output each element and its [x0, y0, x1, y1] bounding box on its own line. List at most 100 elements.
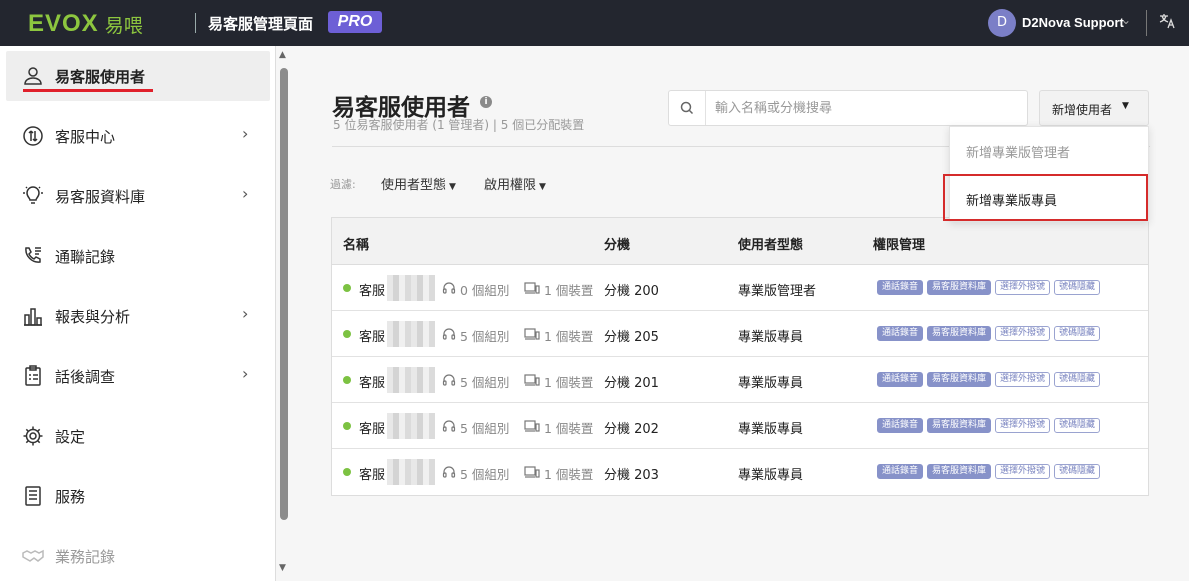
sidebar-item-knowledge-base[interactable]: 易客服資料庫 ›: [6, 171, 270, 221]
devices-count: 1 個裝置: [544, 421, 594, 436]
sidebar-item-label: 話後調查: [55, 368, 116, 386]
groups-count: 5 個組別: [460, 467, 510, 482]
status-dot: [343, 468, 351, 476]
user-type-cell: 專業版專員: [738, 422, 804, 437]
permission-badge[interactable]: 易客服資料庫: [927, 280, 992, 295]
permission-badge[interactable]: 易客服資料庫: [927, 464, 992, 479]
column-header-user-type[interactable]: 使用者型態: [738, 234, 803, 253]
filter-user-type-label: 使用者型態: [381, 178, 447, 193]
logo[interactable]: EVOX 易喂: [28, 10, 143, 38]
devices-meta: 1 個裝置: [524, 280, 593, 299]
redacted-name: [387, 275, 435, 301]
permission-badges: 通話錄音 易客服資料庫 選擇外撥號 號碼隱藏: [877, 464, 1101, 479]
highlight-box: [943, 174, 1148, 221]
column-header-name[interactable]: 名稱: [343, 234, 369, 253]
device-icon: [524, 419, 544, 436]
permission-badge[interactable]: 選擇外撥號: [995, 464, 1051, 479]
table-row[interactable]: 客服 5 個組別 1 個裝置 分機 202 專業版專員 通話錄音 易客服資料庫 選擇…: [332, 403, 1148, 449]
sidebar-item-reports[interactable]: 報表與分析 ›: [6, 291, 270, 341]
bar-chart-icon: [22, 305, 44, 327]
top-bar: EVOX 易喂 易客服管理頁面 PRO D D2Nova Support ⌄: [0, 0, 1189, 46]
sidebar-item-users[interactable]: 易客服使用者: [6, 51, 270, 101]
chevron-right-icon: ›: [242, 184, 249, 203]
extension-cell: 分機 202: [604, 422, 659, 437]
permission-badge[interactable]: 通話錄音: [877, 464, 924, 479]
chevron-right-icon: ›: [242, 364, 249, 383]
permission-badge[interactable]: 號碼隱藏: [1054, 464, 1101, 479]
groups-meta: 5 個組別: [442, 418, 509, 437]
search-input[interactable]: [715, 99, 1015, 117]
permission-badge[interactable]: 通話錄音: [877, 418, 924, 433]
groups-meta: 0 個組別: [442, 280, 509, 299]
permission-badge[interactable]: 號碼隱藏: [1054, 326, 1101, 341]
permission-badges: 通話錄音 易客服資料庫 選擇外撥號 號碼隱藏: [877, 326, 1101, 341]
permission-badge[interactable]: 號碼隱藏: [1054, 372, 1101, 387]
device-icon: [524, 465, 544, 482]
permission-badge[interactable]: 選擇外撥號: [995, 326, 1051, 341]
lightbulb-icon: [22, 185, 44, 207]
table-row[interactable]: 客服 0 個組別 1 個裝置 分機 200 專業版管理者 通話錄音 易客服資料庫選…: [332, 265, 1148, 311]
table-row[interactable]: 客服 5 個組別 1 個裝置 分機 205 專業版專員 通話錄音 易客服資料庫 選擇…: [332, 311, 1148, 357]
permission-badges: 通話錄音 易客服資料庫 選擇外撥號 號碼隱藏: [877, 280, 1101, 295]
devices-meta: 1 個裝置: [524, 464, 593, 483]
sidebar-item-call-logs[interactable]: 通聯記錄: [6, 231, 270, 281]
sidebar-item-settings[interactable]: 設定: [6, 411, 270, 461]
devices-count: 1 個裝置: [544, 467, 594, 482]
user-type-cell: 專業版專員: [738, 330, 804, 345]
headset-icon: [442, 419, 460, 436]
redacted-name: [387, 367, 435, 393]
sidebar-item-label: 易客服使用者: [55, 68, 146, 86]
filter-permissions[interactable]: 啟用權限 ▼: [484, 174, 546, 193]
devices-meta: 1 個裝置: [524, 418, 593, 437]
headset-icon: [442, 281, 460, 298]
dropdown-item-add-pro-admin: 新增專業版管理者: [966, 146, 1071, 161]
sidebar-item-services[interactable]: 服務: [6, 471, 270, 521]
phone-log-icon: [22, 245, 44, 267]
sidebar-scrollbar[interactable]: [280, 68, 288, 520]
permission-badge[interactable]: 號碼隱藏: [1054, 418, 1101, 433]
devices-count: 1 個裝置: [544, 329, 594, 344]
groups-count: 5 個組別: [460, 329, 510, 344]
sidebar-item-label: 設定: [55, 428, 86, 446]
user-name[interactable]: D2Nova Support: [1022, 15, 1124, 30]
permission-badge[interactable]: 通話錄音: [877, 326, 924, 341]
users-table: 名稱 分機 使用者型態 權限管理 客服 0 個組別 1 個裝置 分機 200 專…: [331, 217, 1149, 496]
filter-permissions-label: 啟用權限: [484, 178, 537, 193]
filter-user-type[interactable]: 使用者型態 ▼: [381, 174, 456, 193]
permission-badge[interactable]: 通話錄音: [877, 280, 924, 295]
avatar[interactable]: D: [988, 9, 1016, 37]
permission-badge[interactable]: 選擇外撥號: [995, 280, 1051, 295]
permission-badge[interactable]: 選擇外撥號: [995, 372, 1051, 387]
sidebar-item-survey[interactable]: 話後調查 ›: [6, 351, 270, 401]
chevron-down-icon[interactable]: ⌄: [1121, 13, 1131, 27]
sidebar-item-call-center[interactable]: 客服中心 ›: [6, 111, 270, 161]
permission-badge[interactable]: 易客服資料庫: [927, 418, 992, 433]
permission-badge[interactable]: 易客服資料庫: [927, 372, 992, 387]
scroll-up-arrow[interactable]: ▲: [279, 50, 286, 60]
column-header-extension[interactable]: 分機: [604, 234, 630, 253]
groups-count: 0 個組別: [460, 283, 510, 298]
sidebar-item-label: 易客服資料庫: [55, 188, 146, 206]
table-row[interactable]: 客服 5 個組別 1 個裝置 分機 201 專業版專員 通話錄音 易客服資料庫 選擇…: [332, 357, 1148, 403]
permission-badge[interactable]: 通話錄音: [877, 372, 924, 387]
table-row[interactable]: 客服 5 個組別 1 個裝置 分機 203 專業版專員 通話錄音 易客服資料庫 選擇…: [332, 449, 1148, 495]
scroll-down-arrow[interactable]: ▼: [279, 563, 286, 573]
add-user-button[interactable]: 新增使用者 ▼: [1039, 90, 1149, 126]
search-icon: [679, 100, 695, 116]
extension-cell: 分機 203: [604, 468, 659, 483]
caret-down-icon: ▼: [449, 182, 456, 192]
sidebar-item-business-records[interactable]: 業務記錄: [6, 531, 270, 581]
permission-badge[interactable]: 號碼隱藏: [1054, 280, 1101, 295]
user-type-cell: 專業版管理者: [738, 284, 817, 299]
permission-badge[interactable]: 選擇外撥號: [995, 418, 1051, 433]
active-underline: [23, 89, 153, 92]
table-header: 名稱 分機 使用者型態 權限管理: [332, 218, 1148, 265]
status-dot: [343, 422, 351, 430]
info-icon[interactable]: i: [480, 96, 492, 108]
translate-icon[interactable]: [1158, 12, 1176, 34]
redacted-name: [387, 321, 435, 347]
logo-zh: 易喂: [104, 14, 143, 37]
permission-badge[interactable]: 易客服資料庫: [927, 326, 992, 341]
routing-icon: [22, 125, 44, 147]
column-header-permissions[interactable]: 權限管理: [873, 234, 925, 253]
